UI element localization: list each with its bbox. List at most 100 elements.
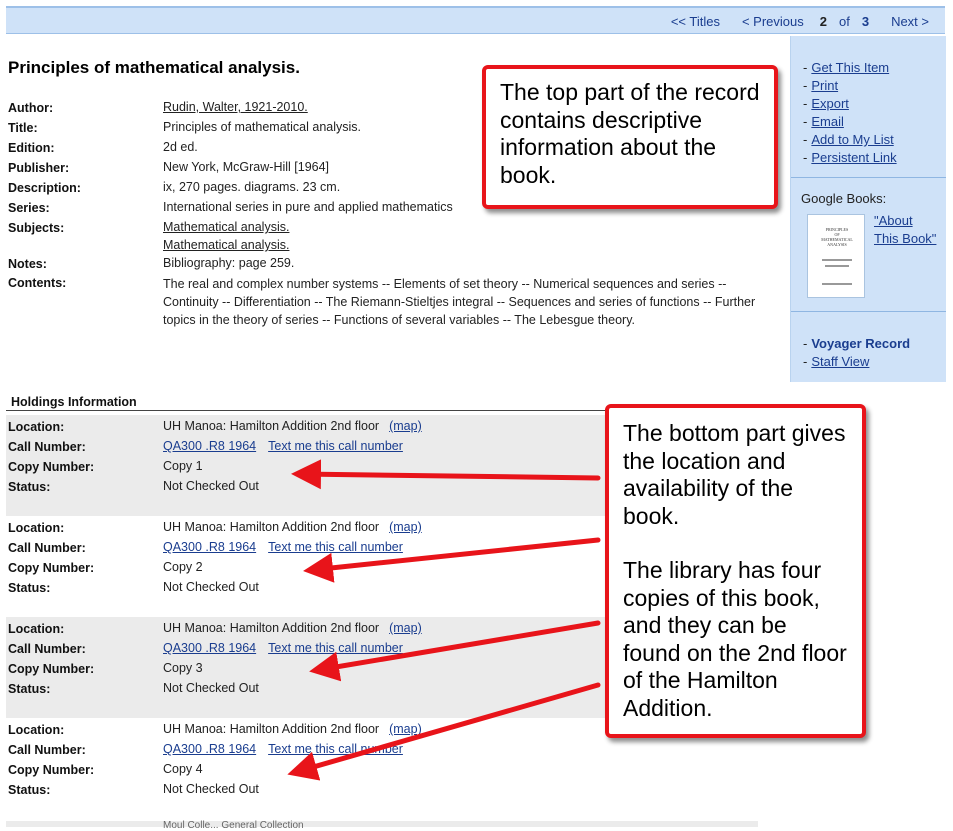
field-label: Author: — [8, 101, 54, 115]
text-me-call-number-link[interactable]: Text me this call number — [268, 742, 403, 756]
next-record-link[interactable]: Next > — [891, 14, 929, 29]
sidebar-action-item[interactable]: - Export — [803, 96, 849, 111]
previous-record-link[interactable]: < Previous — [742, 14, 804, 29]
field-value-link[interactable]: Rudin, Walter, 1921-2010. — [163, 100, 308, 114]
call-number-label: Call Number: — [8, 541, 86, 555]
call-number-value: QA300 .R8 1964 Text me this call number — [163, 641, 403, 655]
call-number-label: Call Number: — [8, 440, 86, 454]
bullet-dash: - — [803, 114, 808, 129]
persistent-link[interactable]: Persistent Link — [811, 150, 896, 165]
field-label: Edition: — [8, 141, 55, 155]
field-value-link[interactable]: Mathematical analysis. — [163, 238, 289, 252]
export-link[interactable]: Export — [811, 96, 849, 111]
bullet-dash: - — [803, 96, 808, 111]
field-value: New York, McGraw-Hill [1964] — [163, 160, 330, 174]
status-value: Not Checked Out — [163, 681, 259, 695]
sidebar-action-item[interactable]: - Print — [803, 78, 838, 93]
call-number-link[interactable]: QA300 .R8 1964 — [163, 439, 256, 453]
text-me-call-number-link[interactable]: Text me this call number — [268, 439, 403, 453]
callout-bottom-holdings: The bottom part gives the location and a… — [605, 404, 866, 738]
sidebar-action-item[interactable]: - Persistent Link — [803, 150, 897, 165]
copy-number-label: Copy Number: — [8, 763, 95, 777]
field-label: Description: — [8, 181, 81, 195]
status-label: Status: — [8, 682, 51, 696]
field-value-link[interactable]: Mathematical analysis. — [163, 220, 289, 234]
sidebar-divider — [791, 311, 946, 312]
map-link[interactable]: (map) — [389, 621, 422, 635]
staff-view-link[interactable]: Staff View — [811, 354, 869, 369]
cover-title-art: PRINCIPLES OF MATHEMATICAL ANALYSIS — [821, 227, 853, 247]
cover-line — [822, 259, 852, 261]
map-link[interactable]: (map) — [389, 520, 422, 534]
field-value: 2d ed. — [163, 140, 198, 154]
google-books-label: Google Books: — [801, 191, 887, 206]
sidebar-action-item[interactable]: - Add to My List — [803, 132, 894, 147]
get-this-item-link[interactable]: Get This Item — [811, 60, 889, 75]
field-value: Bibliography: page 259. — [163, 256, 295, 270]
text-me-call-number-link[interactable]: Text me this call number — [268, 641, 403, 655]
text-me-call-number-link[interactable]: Text me this call number — [268, 540, 403, 554]
field-value: International series in pure and applied… — [163, 200, 453, 214]
copy-number-value: Copy 3 — [163, 661, 203, 675]
record-of-label: of — [838, 14, 850, 29]
location-label: Location: — [8, 723, 65, 737]
contents-label: Contents: — [8, 276, 67, 290]
sidebar-action-item[interactable]: - Email — [803, 114, 844, 129]
copy-number-value: Copy 2 — [163, 560, 203, 574]
field-label: Title: — [8, 121, 38, 135]
field-value: ix, 270 pages. diagrams. 23 cm. — [163, 180, 341, 194]
cover-line — [825, 265, 849, 267]
copy-number-label: Copy Number: — [8, 662, 95, 676]
copy-number-value: Copy 4 — [163, 762, 203, 776]
record-actions-sidebar: - Get This Item - Print - Export - Email - Add to… — [790, 36, 946, 382]
location-value: UH Manoa: Hamilton Addition 2nd floor (ma… — [163, 722, 422, 736]
location-text: UH Manoa: Hamilton Addition 2nd floor — [163, 419, 380, 433]
location-label: Location: — [8, 420, 65, 434]
current-record-number: 2 — [819, 14, 827, 29]
bullet-dash: - — [803, 132, 808, 147]
status-value: Not Checked Out — [163, 479, 259, 493]
total-records-link[interactable]: 3 — [862, 14, 869, 29]
back-to-titles-link[interactable]: << Titles — [671, 14, 720, 29]
book-cover-thumbnail[interactable]: PRINCIPLES OF MATHEMATICAL ANALYSIS — [807, 214, 865, 298]
sidebar-action-item[interactable]: - Get This Item — [803, 60, 889, 75]
status-label: Status: — [8, 783, 51, 797]
callout-top-description: The top part of the record contains desc… — [482, 65, 778, 209]
location-label: Location: — [8, 521, 65, 535]
record-navigation-bar: << Titles < Previous 2 of 3 Next > — [6, 6, 945, 34]
field-value: Principles of mathematical analysis. — [163, 120, 361, 134]
email-link[interactable]: Email — [811, 114, 844, 129]
field-label: Publisher: — [8, 161, 70, 175]
bullet-dash: - — [803, 150, 808, 165]
voyager-record-label: Voyager Record — [811, 336, 911, 351]
call-number-value: QA300 .R8 1964 Text me this call number — [163, 540, 403, 554]
print-link[interactable]: Print — [811, 78, 838, 93]
map-link[interactable]: (map) — [389, 419, 422, 433]
call-number-link[interactable]: QA300 .R8 1964 — [163, 641, 256, 655]
about-this-book-link[interactable]: "About This Book" — [874, 212, 940, 248]
call-number-value: QA300 .R8 1964 Text me this call number — [163, 439, 403, 453]
copy-number-label: Copy Number: — [8, 561, 95, 575]
call-number-link[interactable]: QA300 .R8 1964 — [163, 540, 256, 554]
field-label: Notes: — [8, 257, 47, 271]
record-title: Principles of mathematical analysis. — [8, 58, 300, 77]
status-value: Not Checked Out — [163, 782, 259, 796]
holdings-heading: Holdings Information — [11, 395, 137, 409]
add-to-my-list-link[interactable]: Add to My List — [811, 132, 893, 147]
copy-number-value: Copy 1 — [163, 459, 203, 473]
call-number-value: QA300 .R8 1964 Text me this call number — [163, 742, 403, 756]
status-label: Status: — [8, 581, 51, 595]
sidebar-divider — [791, 177, 946, 178]
callout-bottom-text-2: The library has four copies of this book… — [623, 557, 847, 721]
call-number-link[interactable]: QA300 .R8 1964 — [163, 742, 256, 756]
map-link[interactable]: (map) — [389, 722, 422, 736]
call-number-label: Call Number: — [8, 642, 86, 656]
location-value: UH Manoa: Hamilton Addition 2nd floor (ma… — [163, 621, 422, 635]
location-value: UH Manoa: Hamilton Addition 2nd floor (ma… — [163, 520, 422, 534]
location-text: UH Manoa: Hamilton Addition 2nd floor — [163, 520, 380, 534]
callout-bottom-text-1: The bottom part gives the location and a… — [623, 420, 846, 529]
voyager-record-item: - Voyager Record — [803, 336, 911, 351]
staff-view-item[interactable]: - Staff View — [803, 354, 869, 369]
partial-holding-row — [6, 821, 758, 827]
location-value: UH Manoa: Hamilton Addition 2nd floor (ma… — [163, 419, 422, 433]
